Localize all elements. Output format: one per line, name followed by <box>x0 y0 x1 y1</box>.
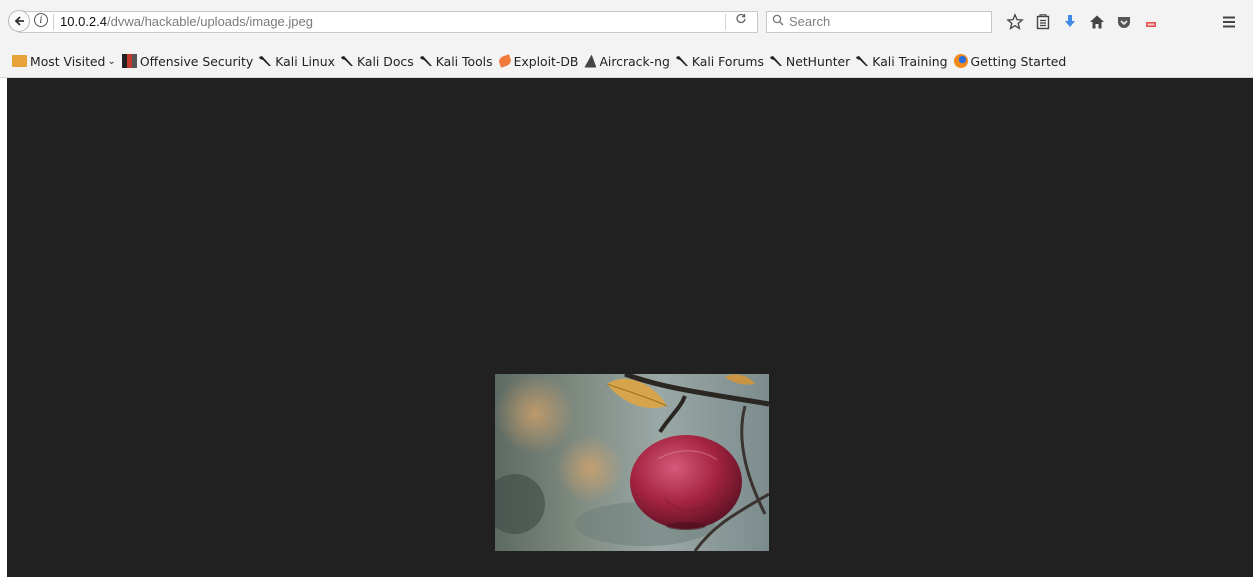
bookmark-most-visited[interactable]: Most Visited ⌄ <box>12 52 116 70</box>
browser-window: i 10.0.2.4/dvwa/hackable/uploads/image.j… <box>0 0 1253 577</box>
bookmark-kali-training[interactable]: Kali Training <box>856 52 948 70</box>
reload-glyph <box>736 13 746 24</box>
offensive-security-icon <box>121 54 137 68</box>
bookmark-kali-forums[interactable]: Kali Forums <box>675 52 764 70</box>
apple-image[interactable] <box>495 374 769 551</box>
bookmark-label: Getting Started <box>970 53 1067 69</box>
bookmark-label: Kali Docs <box>356 53 414 69</box>
menu-icon[interactable] <box>1219 12 1239 32</box>
kali-dragon-icon <box>675 56 688 66</box>
bookmarks-list: Most Visited ⌄ Offensive Security Kali L… <box>12 52 1072 70</box>
bookmark-kali-docs[interactable]: Kali Docs <box>340 52 414 70</box>
url-text[interactable]: 10.0.2.4/dvwa/hackable/uploads/image.jpe… <box>60 13 313 31</box>
bookmarks-toolbar: Most Visited ⌄ Offensive Security Kali L… <box>0 44 1253 78</box>
bookmark-label: Most Visited <box>30 53 106 69</box>
bookmark-label: NetHunter <box>785 53 851 69</box>
navigation-toolbar: i 10.0.2.4/dvwa/hackable/uploads/image.j… <box>0 0 1253 44</box>
search-input[interactable]: Search <box>789 13 830 31</box>
info-icon[interactable]: i <box>34 13 48 27</box>
home-icon[interactable] <box>1087 12 1107 32</box>
bookmark-label: Aircrack-ng <box>599 53 670 69</box>
star-icon[interactable] <box>1005 12 1025 32</box>
search-icon <box>772 13 784 31</box>
bookmark-label: Offensive Security <box>139 53 254 69</box>
back-arrow-icon <box>14 16 24 26</box>
back-button[interactable] <box>8 10 30 32</box>
bookmark-label: Kali Training <box>872 53 948 69</box>
firefox-icon <box>953 54 968 68</box>
bookmark-getting-started[interactable]: Getting Started <box>953 52 1067 70</box>
url-host: 10.0.2.4 <box>60 14 107 29</box>
folder-icon <box>12 55 27 67</box>
bookmark-label: Kali Tools <box>435 53 493 69</box>
kali-dragon-icon <box>769 56 782 66</box>
url-separator <box>53 14 54 30</box>
url-path: /dvwa/hackable/uploads/image.jpeg <box>107 14 313 29</box>
bookmark-nethunter[interactable]: NetHunter <box>769 52 851 70</box>
bookmark-exploit-db[interactable]: Exploit-DB <box>497 52 579 70</box>
exploit-db-icon <box>497 54 512 68</box>
bookmark-kali-tools[interactable]: Kali Tools <box>419 52 493 70</box>
download-icon[interactable] <box>1060 12 1080 32</box>
kali-dragon-icon <box>259 56 272 66</box>
chevron-down-icon: ⌄ <box>107 55 116 67</box>
reading-list-icon[interactable] <box>1033 12 1053 32</box>
bookmark-label: Kali Forums <box>691 53 764 69</box>
bookmark-offensive-security[interactable]: Offensive Security <box>121 52 254 70</box>
bookmark-aircrack-ng[interactable]: Aircrack-ng <box>584 52 670 70</box>
reload-separator <box>725 14 726 30</box>
kali-dragon-icon <box>856 56 869 66</box>
extension-icon[interactable] <box>1141 12 1161 32</box>
kali-dragon-icon <box>419 56 432 66</box>
bookmark-label: Kali Linux <box>275 53 335 69</box>
bookmark-kali-linux[interactable]: Kali Linux <box>259 52 335 70</box>
aircrack-icon <box>584 54 597 68</box>
pocket-icon[interactable] <box>1114 12 1134 32</box>
bookmark-label: Exploit-DB <box>513 53 579 69</box>
reload-icon[interactable] <box>735 13 747 31</box>
kali-dragon-icon <box>340 56 353 66</box>
